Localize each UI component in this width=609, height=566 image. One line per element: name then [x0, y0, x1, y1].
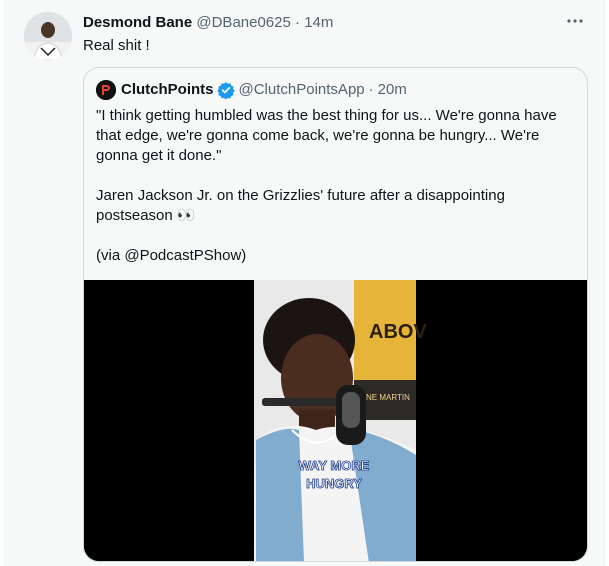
tweet-timestamp[interactable]: 14m: [304, 14, 333, 31]
quote-paragraph: (via @PodcastPShow): [96, 247, 247, 264]
author-avatar[interactable]: [24, 12, 72, 60]
quoted-tweet-header: ClutchPoints @ClutchPointsApp · 20m: [96, 80, 407, 100]
separator-dot: ·: [295, 14, 301, 31]
quoted-tweet[interactable]: ClutchPoints @ClutchPointsApp · 20m "I t…: [83, 67, 588, 562]
author-handle[interactable]: @DBane0625: [196, 14, 290, 31]
video-frame: ABOV NE MARTIN WAY MORE HUNGRY: [84, 280, 587, 561]
tweet-header: Desmond Bane @DBane0625 · 14m: [83, 13, 333, 33]
quoted-tweet-text: "I think getting humbled was the best th…: [96, 106, 581, 286]
verified-badge-icon: [216, 81, 235, 99]
quoted-tweet-timestamp[interactable]: 20m: [378, 80, 407, 100]
quoted-author-handle[interactable]: @ClutchPointsApp: [239, 80, 365, 100]
video-caption: WAY MORE: [299, 458, 370, 473]
video-caption: HUNGRY: [306, 476, 362, 491]
quoted-author-name[interactable]: ClutchPoints: [121, 80, 214, 100]
quote-paragraph: "I think getting humbled was the best th…: [96, 107, 557, 164]
avatar-photo: [24, 12, 72, 60]
poster-subtext: NE MARTIN: [366, 393, 410, 402]
poster-text: ABOV: [369, 321, 427, 343]
clutchpoints-logo-icon[interactable]: [96, 80, 116, 100]
separator-dot: ·: [368, 81, 374, 98]
author-name[interactable]: Desmond Bane: [83, 14, 192, 31]
more-icon[interactable]: [564, 10, 586, 32]
tweet-text: Real shit !: [83, 37, 150, 54]
video-media[interactable]: ABOV NE MARTIN WAY MORE HUNGRY: [84, 280, 587, 561]
quote-paragraph: Jaren Jackson Jr. on the Grizzlies' futu…: [96, 187, 505, 224]
tweet-card[interactable]: Desmond Bane @DBane0625 · 14m Real shit …: [4, 0, 605, 566]
